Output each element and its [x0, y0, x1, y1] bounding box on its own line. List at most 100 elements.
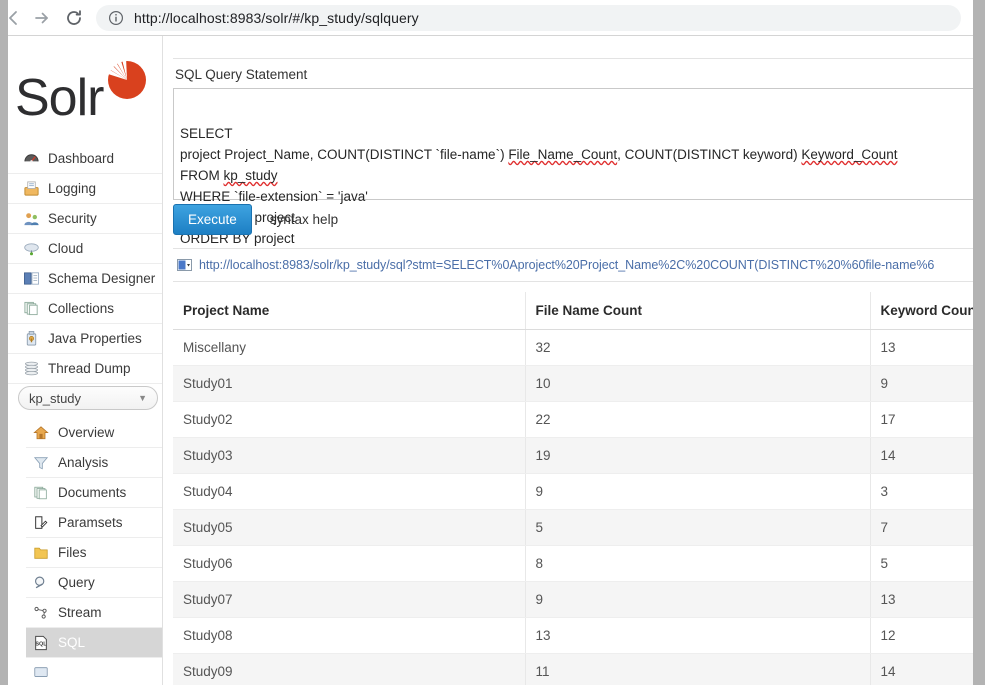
- sidebar-item-label: Documents: [58, 485, 127, 500]
- column-header-keyword-count[interactable]: Keyword Count: [870, 292, 973, 330]
- table-row: Study08 13 12: [173, 617, 973, 654]
- reload-icon: [67, 10, 81, 25]
- table-cell-0: Study04: [173, 473, 526, 510]
- sidebar-item-security[interactable]: Security: [8, 204, 162, 234]
- execute-button[interactable]: Execute: [173, 204, 252, 235]
- table-cell-1: 9: [525, 581, 871, 618]
- sidebar-global-nav: Dashboard Logging Security Cloud Schema …: [8, 144, 162, 384]
- sidebar-item-documents[interactable]: Documents: [26, 478, 162, 508]
- sidebar-item-stream[interactable]: Stream: [26, 598, 162, 628]
- page-viewport: Solr Dashboard Logging Security Cloud Sc…: [8, 36, 973, 685]
- main-content: SQL Query Statement SELECT project Proje…: [163, 36, 973, 685]
- sidebar-item-analysis[interactable]: Analysis: [26, 448, 162, 478]
- sidebar-item-files[interactable]: Files: [26, 538, 162, 568]
- results-body: Miscellany 32 13 Study01 10 9 Study02 22 17 Study…: [173, 329, 973, 685]
- sidebar-item-label: Dashboard: [48, 151, 115, 166]
- sql-query-input[interactable]: [173, 88, 973, 200]
- partial-icon: [32, 664, 50, 682]
- info-circle-icon[interactable]: [108, 10, 124, 26]
- request-url-row[interactable]: http://localhost:8983/solr/kp_study/sql?…: [173, 248, 973, 282]
- table-row: Study07 9 13: [173, 581, 973, 618]
- table-row: Study06 8 5: [173, 545, 973, 582]
- table-cell-0: Study08: [173, 617, 526, 654]
- sidebar-item-label: Files: [58, 545, 87, 560]
- forward-button[interactable]: [30, 6, 54, 30]
- sidebar-item-logging[interactable]: Logging: [8, 174, 162, 204]
- table-row: Study05 5 7: [173, 509, 973, 546]
- syntax-help-link[interactable]: syntax help: [270, 212, 338, 227]
- browser-toolbar: http://localhost:8983/solr/#/kp_study/sq…: [8, 0, 973, 36]
- overview-home-icon: [32, 424, 50, 442]
- sidebar-item-label: Cloud: [48, 241, 84, 256]
- browser-window: http://localhost:8983/solr/#/kp_study/sq…: [0, 0, 985, 685]
- sidebar-item-paramsets[interactable]: Paramsets: [26, 508, 162, 538]
- core-selector-value: kp_study: [29, 390, 82, 406]
- table-cell-2: 17: [870, 401, 973, 438]
- sidebar-item-label: Stream: [58, 605, 102, 620]
- table-cell-1: 32: [525, 329, 871, 366]
- table-cell-2: 12: [870, 617, 973, 654]
- results-table: Project Name File Name Count Keyword Cou…: [173, 292, 973, 685]
- paramsets-icon: [32, 514, 50, 532]
- sidebar-item-label: Schema Designer: [48, 271, 156, 286]
- sql-query-panel: SQL Query Statement SELECT project Proje…: [173, 58, 973, 246]
- documents-icon: [32, 484, 50, 502]
- core-selector-dropdown[interactable]: kp_study ▼: [18, 386, 158, 410]
- table-cell-2: 7: [870, 509, 973, 546]
- table-cell-1: 19: [525, 437, 871, 474]
- table-cell-0: Study01: [173, 365, 526, 402]
- back-arrow-icon: [9, 11, 17, 25]
- collections-icon: [22, 300, 40, 318]
- sidebar-item-cloud[interactable]: Cloud: [8, 234, 162, 264]
- table-cell-0: Study06: [173, 545, 526, 582]
- table-cell-1: 9: [525, 473, 871, 510]
- table-cell-0: Study03: [173, 437, 526, 474]
- sidebar-item-thread-dump[interactable]: Thread Dump: [8, 354, 162, 384]
- column-header-project-name[interactable]: Project Name: [173, 292, 526, 330]
- table-cell-1: 11: [525, 653, 871, 685]
- sidebar-item-schema-designer[interactable]: Schema Designer: [8, 264, 162, 294]
- column-header-file-name-count[interactable]: File Name Count: [525, 292, 871, 330]
- sidebar-item-label: Overview: [58, 425, 115, 440]
- sidebar-item-java-properties[interactable]: Java Properties: [8, 324, 162, 354]
- sidebar: Solr Dashboard Logging Security Cloud Sc…: [8, 36, 163, 685]
- table-row: Study03 19 14: [173, 437, 973, 474]
- sidebar-item-label: Security: [48, 211, 97, 226]
- table-row: Study04 9 3: [173, 473, 973, 510]
- back-button[interactable]: [2, 6, 26, 30]
- table-cell-0: Study02: [173, 401, 526, 438]
- sidebar-item-label: Java Properties: [48, 331, 142, 346]
- table-row: Study09 11 14: [173, 653, 973, 685]
- cloud-icon: [22, 240, 40, 258]
- reload-button[interactable]: [62, 6, 86, 30]
- sidebar-core-nav: Overview Analysis Documents Paramsets Fi…: [26, 418, 162, 685]
- table-cell-2: 13: [870, 581, 973, 618]
- sidebar-item-collections[interactable]: Collections: [8, 294, 162, 324]
- select-dropdown-icon[interactable]: [177, 259, 192, 271]
- table-cell-1: 8: [525, 545, 871, 582]
- sql-document-icon: SQL: [32, 634, 50, 652]
- table-cell-0: Study05: [173, 509, 526, 546]
- schema-designer-icon: [22, 270, 40, 288]
- analysis-funnel-icon: [32, 454, 50, 472]
- sidebar-item-label: Query: [58, 575, 95, 590]
- sidebar-item-overview[interactable]: Overview: [26, 418, 162, 448]
- table-cell-2: 13: [870, 329, 973, 366]
- solr-logo[interactable]: Solr: [10, 54, 160, 134]
- sidebar-item-partial[interactable]: [26, 658, 162, 685]
- sidebar-item-query[interactable]: Query: [26, 568, 162, 598]
- sidebar-item-label: Collections: [48, 301, 115, 316]
- svg-text:SQL: SQL: [35, 641, 47, 647]
- table-cell-1: 5: [525, 509, 871, 546]
- sidebar-item-label: Logging: [48, 181, 97, 196]
- table-cell-2: 5: [870, 545, 973, 582]
- table-cell-2: 14: [870, 437, 973, 474]
- sidebar-item-sql[interactable]: SQL SQL: [26, 628, 162, 658]
- table-header-row: Project Name File Name Count Keyword Cou…: [173, 292, 973, 330]
- request-url-text: http://localhost:8983/solr/kp_study/sql?…: [199, 258, 935, 272]
- sql-action-row: Execute syntax help: [173, 204, 338, 235]
- java-properties-icon: [22, 330, 40, 348]
- solr-logo-text: Solr: [15, 69, 104, 127]
- address-bar[interactable]: http://localhost:8983/solr/#/kp_study/sq…: [96, 5, 961, 31]
- sidebar-item-dashboard[interactable]: Dashboard: [8, 144, 162, 174]
